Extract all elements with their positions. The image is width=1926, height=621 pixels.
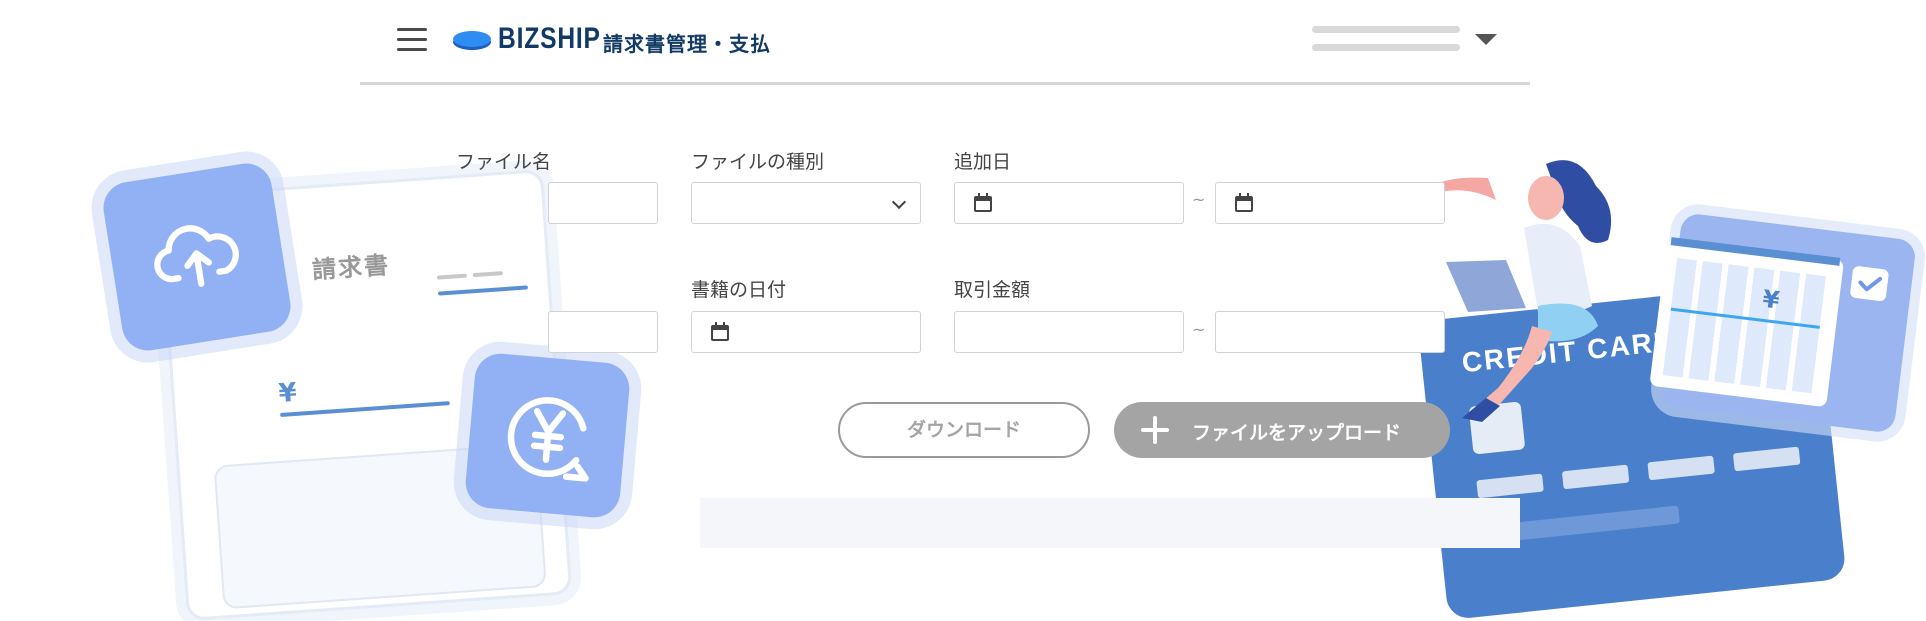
amount-from[interactable] (954, 311, 1184, 353)
upload-button[interactable]: ファイルをアップロード (1114, 402, 1450, 458)
calendar-icon (974, 193, 992, 212)
file-type-label: ファイルの種別 (691, 151, 825, 173)
amount-label: 取引金額 (954, 279, 1031, 301)
invoice-title: 請求書 (311, 250, 391, 285)
app-header: BIZSHIP 請求書管理・支払 (360, 0, 1530, 85)
menu-icon[interactable] (397, 28, 427, 52)
chevron-down-icon[interactable] (1475, 34, 1497, 45)
cloud-upload-tile (99, 159, 295, 355)
calendar-yen: ¥ (1761, 284, 1782, 315)
logo-icon (453, 31, 491, 50)
calendar-icon (711, 322, 729, 341)
check-icon (1849, 265, 1890, 302)
upload-button-label: ファイルをアップロード (1192, 422, 1402, 444)
calendar-illustration: ¥ (1649, 212, 1917, 434)
book-date-input[interactable] (691, 311, 921, 353)
yen-refresh-icon (507, 397, 589, 482)
added-date-label: 追加日 (954, 151, 1012, 173)
app-subtitle: 請求書管理・支払 (603, 32, 771, 56)
brand-name[interactable]: BIZSHIP (498, 22, 601, 56)
added-date-from[interactable] (954, 182, 1184, 224)
results-area (700, 498, 1520, 548)
file-name-input[interactable] (548, 182, 658, 224)
cloud-upload-icon (154, 225, 239, 287)
file-name-label: ファイル名 (456, 151, 552, 173)
plus-icon (1141, 416, 1169, 444)
user-menu[interactable] (1312, 26, 1460, 62)
yen-symbol: ¥ (277, 377, 298, 409)
person-laptop-illustration (1434, 160, 1612, 422)
calendar-icon (1235, 193, 1253, 212)
chevron-down-icon (891, 194, 907, 210)
book-date-label: 書籍の日付 (691, 279, 787, 301)
file-type-select[interactable] (691, 182, 921, 224)
partial-input[interactable] (548, 311, 658, 353)
range-separator: ~ (1192, 320, 1206, 339)
download-button[interactable]: ダウンロード (838, 402, 1090, 458)
yen-refresh-tile (463, 351, 632, 520)
amount-to[interactable] (1215, 311, 1445, 353)
added-date-to[interactable] (1215, 182, 1445, 224)
range-separator: ~ (1192, 190, 1206, 209)
